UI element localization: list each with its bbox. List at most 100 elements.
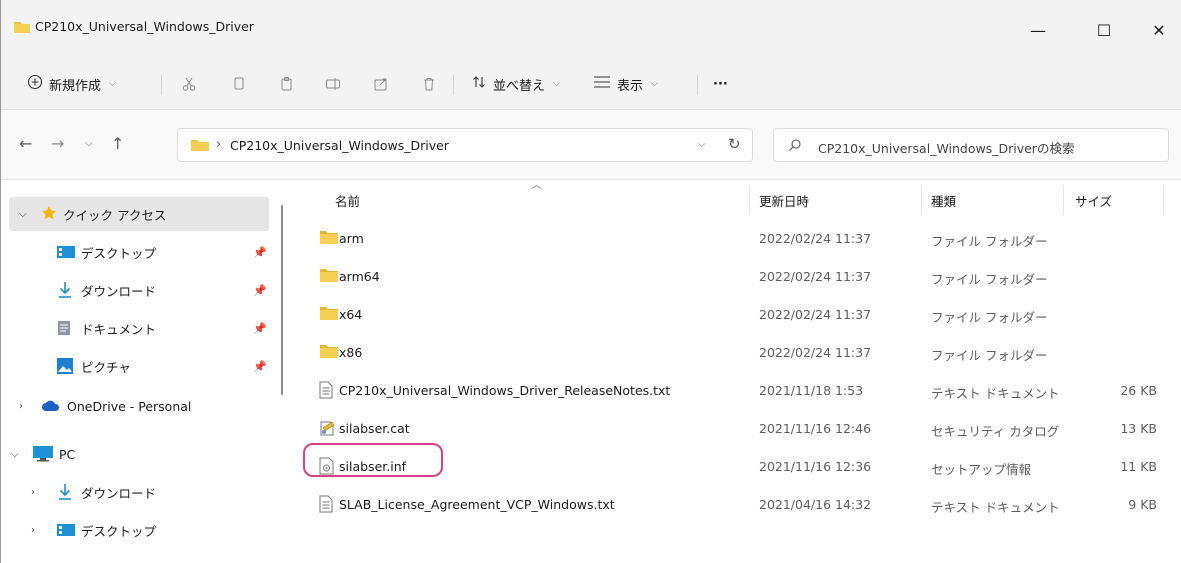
file-size: 9 KB <box>1128 497 1157 512</box>
sidebar-item-label: ダウンロード <box>81 485 157 501</box>
file-type: ファイル フォルダー <box>931 272 1048 287</box>
sidebar-item-label: ピクチャ <box>81 359 131 375</box>
sidebar-item-label: ドキュメント <box>81 321 157 337</box>
sidebar-item-downloads[interactable]: ダウンロード 📌 <box>1 273 273 307</box>
column-divider[interactable] <box>921 185 922 215</box>
new-button[interactable]: 新規作成 ⌵ <box>27 72 116 96</box>
file-name: CP210x_Universal_Windows_Driver_ReleaseN… <box>339 383 671 398</box>
minimize-button[interactable]: — <box>1015 12 1061 48</box>
column-divider[interactable] <box>749 185 750 215</box>
folder-icon <box>319 305 339 325</box>
title-bar: CP210x_Universal_Windows_Driver — ☐ ✕ <box>1 0 1181 58</box>
text-file-icon <box>319 381 333 403</box>
pictures-icon <box>57 358 73 377</box>
file-explorer-window: CP210x_Universal_Windows_Driver — ☐ ✕ 新規… <box>0 0 1181 563</box>
divider <box>697 75 698 95</box>
file-name: arm64 <box>339 269 380 284</box>
sidebar-item-desktop[interactable]: デスクトップ 📌 <box>1 235 273 269</box>
sidebar-item-pc-desktop[interactable]: › デスクトップ <box>1 513 273 547</box>
file-size: 13 KB <box>1120 421 1157 436</box>
column-divider[interactable] <box>1163 185 1164 215</box>
column-header-size[interactable]: サイズ <box>1075 191 1112 210</box>
folder-icon <box>190 138 210 156</box>
refresh-icon[interactable]: ↻ <box>728 135 741 153</box>
forward-arrow-icon[interactable]: → <box>51 134 64 153</box>
search-placeholder: CP210x_Universal_Windows_Driverの検索 <box>818 141 1075 156</box>
file-row[interactable]: silabser.cat 2021/11/16 12:46 セキュリティ カタログ 1… <box>291 411 1171 447</box>
maximize-button[interactable]: ☐ <box>1081 12 1127 48</box>
more-options-button[interactable]: ··· <box>713 72 728 96</box>
file-type: ファイル フォルダー <box>931 234 1048 249</box>
chevron-right-icon[interactable]: › <box>31 525 35 536</box>
file-row[interactable]: SLAB_License_Agreement_VCP_Windows.txt 20… <box>291 487 1171 523</box>
file-date: 2022/02/24 11:37 <box>759 269 872 284</box>
view-label: 表示 <box>617 78 644 94</box>
file-size: 11 KB <box>1120 459 1157 474</box>
desktop-icon <box>57 524 75 539</box>
breadcrumb-current[interactable]: CP210x_Universal_Windows_Driver <box>230 138 449 153</box>
breadcrumb-separator: › <box>216 137 222 152</box>
file-size: 26 KB <box>1120 383 1157 398</box>
file-date: 2021/11/16 12:46 <box>759 421 872 436</box>
sidebar-item-quick-access[interactable]: ⌵ クイック アクセス <box>9 197 269 231</box>
sidebar-item-pc-downloads[interactable]: › ダウンロード <box>1 475 273 509</box>
column-header-date[interactable]: 更新日時 <box>759 191 809 210</box>
file-row[interactable]: arm 2022/02/24 11:37 ファイル フォルダー <box>291 221 1171 257</box>
pin-icon[interactable]: 📌 <box>253 284 267 297</box>
search-input[interactable]: CP210x_Universal_Windows_Driverの検索 <box>773 128 1169 162</box>
security-catalog-icon <box>319 419 337 441</box>
chevron-right-icon[interactable]: › <box>19 401 23 412</box>
pin-icon[interactable]: 📌 <box>253 246 267 259</box>
chevron-right-icon[interactable]: › <box>31 487 35 498</box>
chevron-down-icon[interactable]: ⌵ <box>698 139 706 150</box>
highlight-annotation <box>303 443 443 477</box>
file-row[interactable]: x64 2022/02/24 11:37 ファイル フォルダー <box>291 297 1171 333</box>
file-date: 2021/11/18 1:53 <box>759 383 864 398</box>
file-row[interactable]: x86 2022/02/24 11:37 ファイル フォルダー <box>291 335 1171 371</box>
copy-icon[interactable] <box>229 74 249 94</box>
file-name: x86 <box>339 345 363 360</box>
pin-icon[interactable]: 📌 <box>253 360 267 373</box>
column-divider[interactable] <box>1063 185 1064 215</box>
sidebar-item-pc[interactable]: ⌵ PC <box>1 437 273 471</box>
paste-icon[interactable] <box>277 74 297 94</box>
file-date: 2021/11/16 12:36 <box>759 459 872 474</box>
chevron-down-icon[interactable]: ⌵ <box>19 209 27 220</box>
folder-icon <box>319 267 339 287</box>
file-row[interactable]: CP210x_Universal_Windows_Driver_ReleaseN… <box>291 373 1171 409</box>
column-header-name[interactable]: 名前 <box>335 191 360 210</box>
file-name: arm <box>339 231 364 246</box>
back-arrow-icon[interactable]: ← <box>19 134 32 153</box>
address-bar[interactable]: › CP210x_Universal_Windows_Driver ⌵ ↻ <box>177 128 753 162</box>
cut-icon[interactable] <box>179 74 199 94</box>
rename-icon[interactable] <box>323 74 343 94</box>
file-row[interactable]: arm64 2022/02/24 11:37 ファイル フォルダー <box>291 259 1171 295</box>
pc-icon <box>33 446 53 465</box>
recent-chevron-icon[interactable]: ⌵ <box>85 138 93 149</box>
chevron-down-icon[interactable]: ⌵ <box>11 449 19 460</box>
sidebar-item-onedrive[interactable]: › OneDrive - Personal <box>1 389 273 423</box>
document-icon <box>57 320 71 339</box>
file-name: x64 <box>339 307 363 322</box>
up-arrow-icon[interactable]: ↑ <box>111 134 124 153</box>
view-button[interactable]: 表示 ⌵ <box>593 72 658 96</box>
divider <box>453 75 454 95</box>
search-icon <box>788 138 802 156</box>
pin-icon[interactable]: 📌 <box>253 322 267 335</box>
view-list-icon <box>593 75 611 93</box>
sort-button[interactable]: 並べ替え ⌵ <box>471 72 560 96</box>
delete-icon[interactable] <box>419 74 439 94</box>
sidebar-item-label: ダウンロード <box>81 283 157 299</box>
sidebar-item-documents[interactable]: ドキュメント 📌 <box>1 311 273 345</box>
file-date: 2022/02/24 11:37 <box>759 345 872 360</box>
window-title: CP210x_Universal_Windows_Driver <box>35 19 254 34</box>
close-button[interactable]: ✕ <box>1136 12 1181 48</box>
command-bar: 新規作成 ⌵ 並べ替え ⌵ 表示 ⌵ ··· <box>1 58 1181 110</box>
column-header-type[interactable]: 種類 <box>931 191 956 210</box>
sidebar-item-pictures[interactable]: ピクチャ 📌 <box>1 349 273 383</box>
file-date: 2021/04/16 14:32 <box>759 497 872 512</box>
share-icon[interactable] <box>371 74 391 94</box>
address-row: ← → ⌵ ↑ › CP210x_Universal_Windows_Drive… <box>1 110 1181 180</box>
folder-icon <box>319 343 339 363</box>
sidebar-scrollbar[interactable] <box>281 205 283 395</box>
